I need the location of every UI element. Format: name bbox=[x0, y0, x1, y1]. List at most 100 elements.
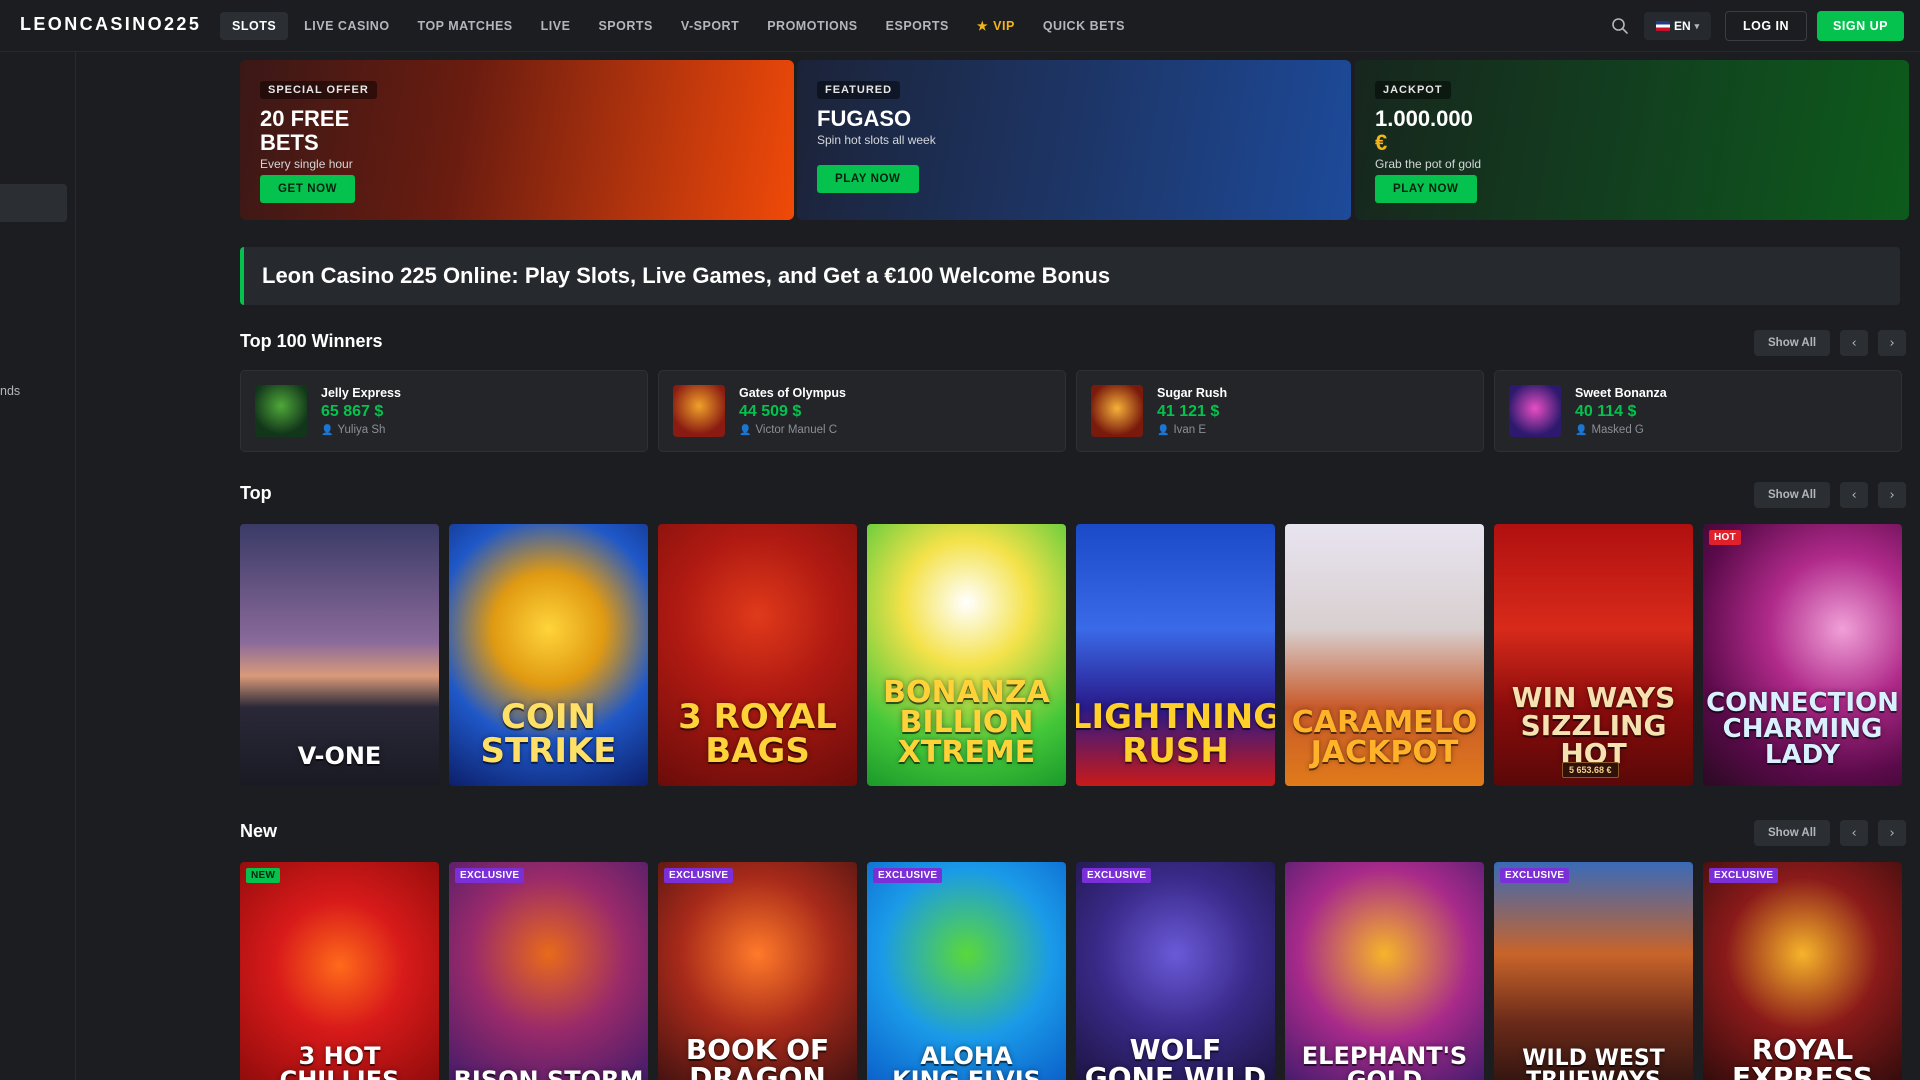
game-title: COIN STRIKE bbox=[480, 697, 617, 771]
winner-user: 👤 Yuliya Sh bbox=[321, 424, 401, 436]
currency-symbol: € bbox=[1375, 130, 1388, 155]
prev-arrow-button[interactable]: ‹ bbox=[1840, 330, 1869, 356]
nav-item-quick-bets[interactable]: QUICK BETS bbox=[1031, 12, 1137, 40]
game-tile[interactable]: BONANZA BILLION Xtreme bbox=[867, 524, 1066, 786]
winner-card[interactable]: Sweet Bonanza 40 114 $ 👤 Masked G bbox=[1494, 370, 1902, 452]
winner-game-name: Sugar Rush bbox=[1157, 386, 1228, 400]
game-tile[interactable]: V-ONE bbox=[240, 524, 439, 786]
nav-item-label: SLOTS bbox=[232, 19, 277, 33]
language-selector[interactable]: EN ▾ bbox=[1644, 12, 1712, 40]
site-logo[interactable]: LEONCASINO225 bbox=[20, 14, 201, 35]
game-badge: EXCLUSIVE bbox=[664, 868, 734, 883]
sidebar: nds bbox=[0, 52, 76, 1080]
show-all-button[interactable]: Show All bbox=[1754, 482, 1831, 508]
game-tile[interactable]: EXCLUSIVE WOLF GONE WILD bbox=[1076, 862, 1275, 1080]
game-title: BOOK OF DRAGON bbox=[685, 1033, 830, 1080]
next-arrow-button[interactable]: › bbox=[1878, 820, 1907, 846]
chevron-down-icon: ▾ bbox=[1694, 20, 1700, 31]
winner-card[interactable]: Sugar Rush 41 121 $ 👤 Ivan E bbox=[1076, 370, 1484, 452]
login-button[interactable]: LOG IN bbox=[1725, 11, 1807, 41]
game-badge: EXCLUSIVE bbox=[1709, 868, 1779, 883]
game-tile[interactable]: HOT CONNECTION Charming Lady bbox=[1703, 524, 1902, 786]
game-tile[interactable]: ELEPHANT'S GOLD bbox=[1285, 862, 1484, 1080]
winner-user: 👤 Masked G bbox=[1575, 424, 1667, 436]
winner-game-name: Jelly Express bbox=[321, 386, 401, 400]
game-tile[interactable]: EXCLUSIVE BISON STORM bbox=[449, 862, 648, 1080]
banner-tag: SPECIAL OFFER bbox=[260, 81, 377, 99]
prev-arrow-button[interactable]: ‹ bbox=[1840, 482, 1869, 508]
show-all-button[interactable]: Show All bbox=[1754, 330, 1831, 356]
game-tile[interactable]: 3 ROYAL BAGS bbox=[658, 524, 857, 786]
winner-user-name: Victor Manuel C bbox=[755, 424, 838, 436]
play-now-button[interactable]: PLAY NOW bbox=[817, 165, 919, 193]
winner-user: 👤 Ivan E bbox=[1157, 424, 1227, 436]
play-now-button[interactable]: PLAY NOW bbox=[1375, 175, 1477, 203]
nav-item-live-casino[interactable]: LIVE CASINO bbox=[292, 12, 401, 40]
game-tile[interactable]: WIN WAYS Sizzling Hot 5 653.68 € bbox=[1494, 524, 1693, 786]
game-tile[interactable]: LIGHTNING RUSH bbox=[1076, 524, 1275, 786]
section-title-winners: Top 100 Winners bbox=[240, 331, 383, 351]
game-tile[interactable]: EXCLUSIVE ROYAL EXPRESS bbox=[1703, 862, 1902, 1080]
banner-tag: FEATURED bbox=[817, 81, 901, 99]
signup-button[interactable]: SIGN UP bbox=[1817, 11, 1904, 41]
nav-item-label: PROMOTIONS bbox=[767, 19, 858, 33]
winner-user-name: Ivan E bbox=[1173, 424, 1207, 436]
nav-item-slots[interactable]: SLOTS bbox=[220, 12, 289, 40]
game-title: 3 ROYAL BAGS bbox=[678, 697, 837, 771]
nav-item-sports[interactable]: SPORTS bbox=[586, 12, 664, 40]
game-title: 3 HOT CHILLIES bbox=[279, 1042, 400, 1080]
nav-item-v-sport[interactable]: V-SPORT bbox=[669, 12, 751, 40]
winners-list: Jelly Express 65 867 $ 👤 Yuliya Sh Gates … bbox=[240, 370, 1902, 452]
section-controls-top: Show All ‹ › bbox=[1754, 482, 1907, 508]
sidebar-item-label[interactable]: nds bbox=[0, 384, 20, 398]
game-thumbnail bbox=[673, 385, 725, 437]
section-title-top: Top bbox=[240, 483, 272, 503]
game-thumbnail bbox=[1091, 385, 1143, 437]
game-tile[interactable]: NEW 3 HOT CHILLIES bbox=[240, 862, 439, 1080]
game-badge: EXCLUSIVE bbox=[873, 868, 943, 883]
game-tile[interactable]: CARAMELO JACKPOT bbox=[1285, 524, 1484, 786]
promo-banner-fugaso[interactable]: FEATURED FUGASO Spin hot slots all week … bbox=[797, 60, 1351, 220]
prev-arrow-button[interactable]: ‹ bbox=[1840, 820, 1869, 846]
winner-card[interactable]: Jelly Express 65 867 $ 👤 Yuliya Sh bbox=[240, 370, 648, 452]
flag-icon bbox=[1656, 21, 1670, 31]
show-all-button[interactable]: Show All bbox=[1754, 820, 1831, 846]
nav-item-promotions[interactable]: PROMOTIONS bbox=[755, 12, 869, 40]
game-title: V-ONE bbox=[297, 742, 382, 770]
banner-subtitle: Spin hot slots all week bbox=[817, 133, 936, 147]
section-title-new: New bbox=[240, 821, 278, 841]
next-arrow-button[interactable]: › bbox=[1878, 482, 1907, 508]
game-badge: EXCLUSIVE bbox=[455, 868, 525, 883]
nav-item-top-matches[interactable]: TOP MATCHES bbox=[406, 12, 525, 40]
game-title: CONNECTION Charming Lady bbox=[1706, 688, 1899, 770]
game-title: ROYAL EXPRESS bbox=[1732, 1033, 1873, 1080]
promo-banner-free-bets[interactable]: SPECIAL OFFER 20 FREE BETS Every single … bbox=[240, 60, 794, 220]
winner-amount: 44 509 $ bbox=[739, 403, 802, 420]
game-tile[interactable]: COIN STRIKE bbox=[449, 524, 648, 786]
top-games-row: V-ONE COIN STRIKE 3 ROYAL BAGS BONANZA BILL… bbox=[240, 524, 1902, 786]
page-title: Leon Casino 225 Online: Play Slots, Live… bbox=[262, 263, 1111, 288]
banner-title: FUGASO bbox=[817, 106, 912, 131]
game-tile[interactable]: EXCLUSIVE BOOK OF DRAGON bbox=[658, 862, 857, 1080]
game-badge: EXCLUSIVE bbox=[1082, 868, 1152, 883]
nav-item-label: LIVE bbox=[540, 19, 571, 33]
nav-item-esports[interactable]: ESPORTS bbox=[874, 12, 961, 40]
sidebar-item-active[interactable] bbox=[0, 184, 67, 222]
main-nav: SLOTS LIVE CASINO TOP MATCHES LIVE SPORTS V-S… bbox=[220, 12, 1137, 40]
search-icon[interactable] bbox=[1610, 16, 1630, 36]
nav-item-vip[interactable]: ★ VIP bbox=[965, 12, 1027, 40]
nav-item-label: ESPORTS bbox=[885, 19, 949, 33]
get-now-button[interactable]: GET NOW bbox=[260, 175, 356, 203]
game-tile[interactable]: EXCLUSIVE WILD WEST TRUEWAYS bbox=[1494, 862, 1693, 1080]
promo-banner-jackpot[interactable]: JACKPOT 1.000.000 € Grab the pot of gold … bbox=[1355, 60, 1909, 220]
game-tile[interactable]: EXCLUSIVE ALOHA KING ELVIS bbox=[867, 862, 1066, 1080]
top-header: LEONCASINO225 SLOTS LIVE CASINO TOP MATCHE… bbox=[0, 0, 1920, 52]
nav-item-label: TOP MATCHES bbox=[417, 19, 513, 33]
game-thumbnail bbox=[255, 385, 307, 437]
nav-item-live[interactable]: LIVE bbox=[529, 12, 583, 40]
next-arrow-button[interactable]: › bbox=[1878, 330, 1907, 356]
jackpot-badge: 5 653.68 € bbox=[1562, 762, 1619, 778]
winner-amount: 40 114 $ bbox=[1575, 403, 1637, 420]
winner-card[interactable]: Gates of Olympus 44 509 $ 👤 Victor Manuel… bbox=[658, 370, 1066, 452]
nav-item-label: V-SPORT bbox=[680, 19, 740, 33]
